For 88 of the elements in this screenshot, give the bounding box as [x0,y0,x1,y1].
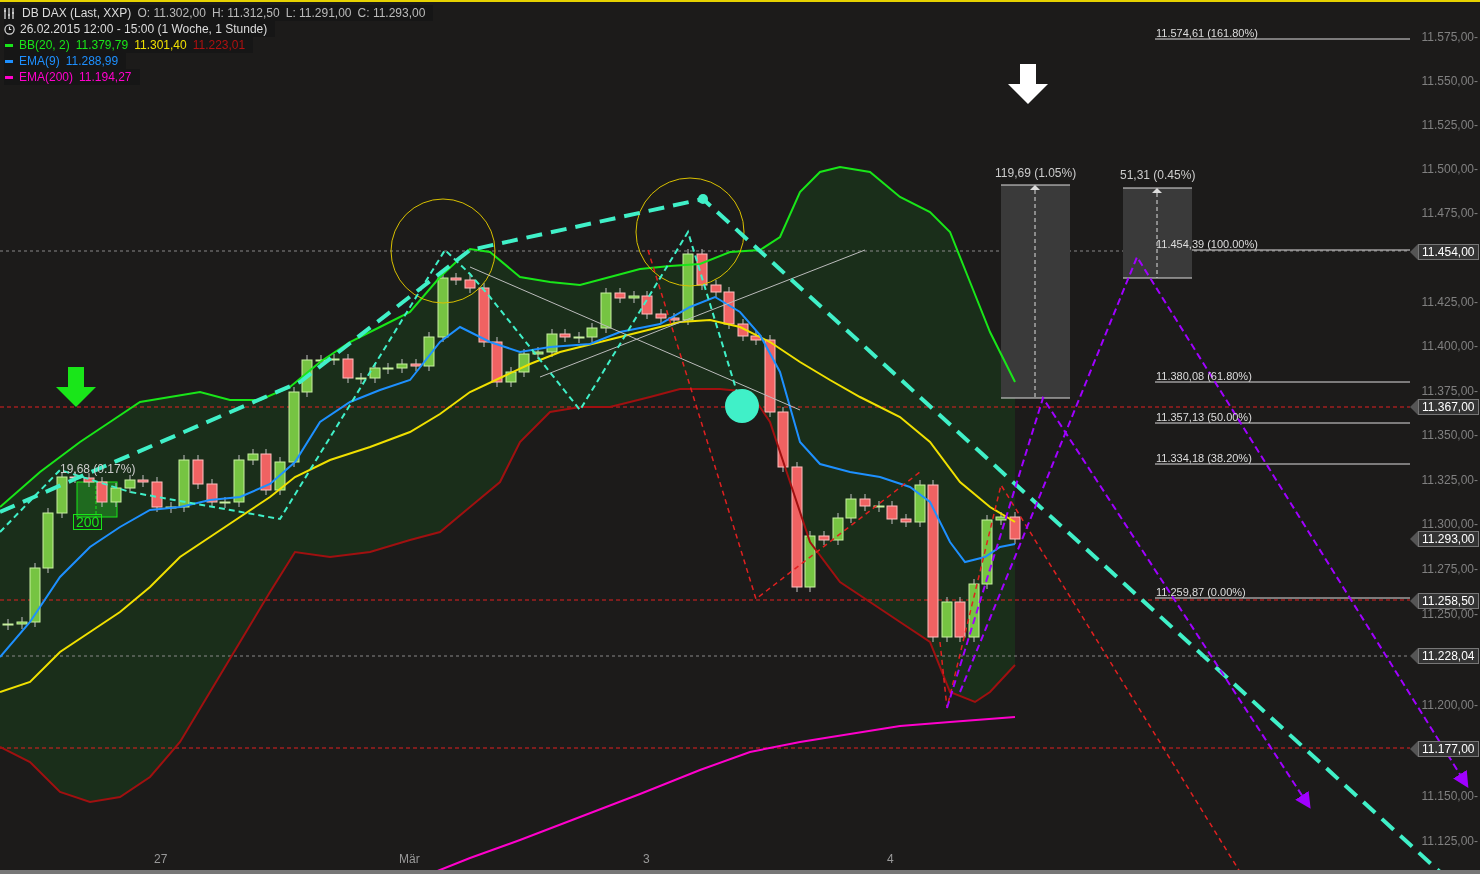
candlestick [396,358,408,374]
indicator-name: BB(20, 2) [19,37,70,54]
candlestick [491,336,503,388]
candlestick [696,248,708,291]
candlestick [274,456,286,496]
indicator-name: EMA(200) [19,69,74,86]
candlestick [2,618,14,631]
candlestick [110,482,122,508]
candlestick [818,530,830,546]
x-axis-label: Mär [399,853,420,865]
price-tag-value: 11.258,50 [1418,593,1479,609]
ohlc-value: H: 11.312,50 [211,5,280,22]
y-axis-label: 11.525,00- [1421,119,1478,131]
y-axis-label: 11.200,00- [1421,699,1478,711]
y-axis-label: 11.325,00- [1421,474,1478,486]
y-axis-label: 11.150,00- [1421,790,1478,802]
y-axis-label: 11.575,00- [1421,31,1478,43]
indicator-value: 11.223,01 [192,37,246,54]
point-marker [698,194,708,204]
candlestick [995,511,1007,526]
y-axis-label: 11.400,00- [1421,340,1478,352]
period-count-label: 200 [73,514,103,530]
indicator-settings-icon[interactable] [4,7,16,19]
candlestick [777,406,789,473]
candlestick [668,312,680,326]
indicator-name: EMA(9) [19,53,60,70]
fibonacci-level-label: 11.454,39 (100.00%) [1156,239,1258,250]
y-axis-label: 11.275,00- [1421,563,1478,575]
candlestick [941,596,953,643]
candlestick [655,308,667,324]
y-axis-label: 11.350,00- [1421,429,1478,441]
candlestick [1009,511,1021,545]
down-arrow-icon [56,367,96,407]
fibonacci-level-label: 11.357,13 (50.00%) [1156,412,1252,423]
indicator-value: 11.301,40 [134,37,187,54]
candlestick [900,513,912,528]
candlestick [859,493,871,512]
candlestick [845,493,857,524]
measure-label: 51,31 (0.45%) [1120,169,1196,181]
candlestick [233,454,245,508]
candlestick [614,287,626,304]
fibonacci-level-label: 11.574,61 (161.80%) [1156,28,1258,39]
ohlc-value: L: 11.291,00 [285,5,352,22]
y-axis-label: 11.550,00- [1421,75,1478,87]
y-axis-label: 11.250,00- [1421,608,1478,620]
measure-label: 119,69 (1.05%) [995,167,1077,179]
price-tag-value: 11.367,00 [1418,399,1479,415]
indicator-value: 11.194,27 [79,69,132,86]
candlestick [600,287,612,334]
candlestick [192,454,204,490]
x-axis-label: 4 [887,853,894,865]
price-tag-value: 11.177,00 [1418,741,1479,757]
candlestick [328,353,340,366]
y-axis-label: 11.425,00- [1421,296,1478,308]
price-tag-value: 11.293,00 [1418,531,1479,547]
y-axis-label: 11.125,00- [1421,835,1478,847]
indicator-value: 11.379,79 [75,37,129,54]
candlestick [124,474,136,494]
x-axis-label: 3 [643,853,650,865]
candlestick [968,578,980,643]
candlestick [518,348,530,378]
candlestick [478,282,490,348]
price-tag-value: 11.228,04 [1418,648,1479,664]
ohlc-value: O: 11.302,00 [137,5,206,22]
point-marker [725,389,759,423]
candlestick [464,274,476,294]
symbol-label: DB DAX (Last, XXP) [22,5,132,22]
candlestick [505,366,517,388]
y-axis-label: 11.300,00- [1421,518,1478,530]
x-axis-label: 27 [154,853,168,865]
candlestick [42,507,54,574]
down-arrow-icon [1008,64,1048,104]
candlestick [532,346,544,360]
indicator-value: 11.288,99 [65,53,119,70]
candlestick [137,474,149,488]
y-axis-label: 11.500,00- [1421,163,1478,175]
clock-icon [4,23,15,35]
y-axis-label: 11.475,00- [1421,207,1478,219]
fibonacci-level-label: 11.334,18 (38.20%) [1156,453,1252,464]
candlestick [954,596,966,643]
fibonacci-level-label: 11.259,87 (0.00%) [1156,587,1246,598]
period-label: 26.02.2015 12:00 - 15:00 (1 Woche, 1 Stunde) [20,21,268,38]
price-tag-value: 11.454,00 [1418,244,1479,260]
candlestick [151,476,163,513]
candlestick [832,512,844,546]
y-axis-label: 11.375,00- [1421,385,1478,397]
ohlc-value: C: 11.293,00 [357,5,426,22]
fibonacci-level-label: 11.380,08 (61.80%) [1156,371,1252,382]
